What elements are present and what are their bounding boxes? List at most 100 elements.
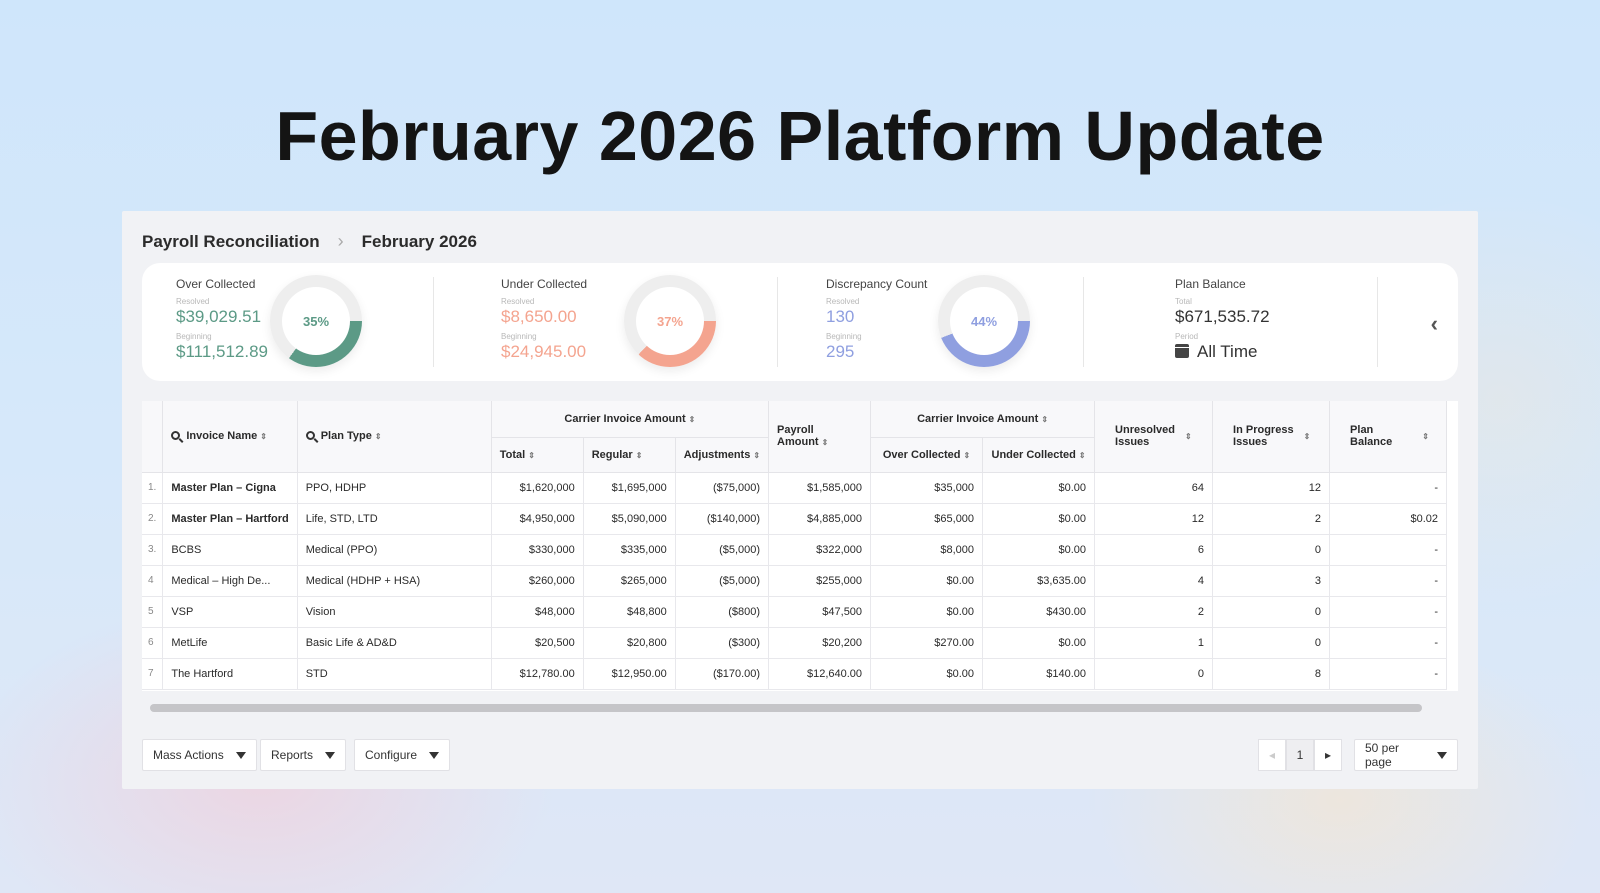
table-row[interactable]: 6 MetLife Basic Life & AD&D $20,500 $20,800(…: [142, 627, 1448, 659]
table-row[interactable]: 5 VSP Vision $48,000 $48,800 ($800) $47,500 $0.…: [142, 596, 1448, 628]
cell-idx: 3.: [142, 534, 164, 566]
cell-payroll: $4,885,000: [768, 503, 872, 535]
header-label: Adjustments: [683, 448, 751, 461]
calendar-icon: [1175, 344, 1189, 358]
header-label: Issues: [1115, 436, 1150, 449]
chevron-right-icon: ›: [337, 231, 344, 251]
stat-value: $671,535.72: [1175, 307, 1270, 326]
table-row[interactable]: 2. Master Plan – Hartford Life, STD, LTD $4…: [142, 503, 1448, 535]
cell-balance: -: [1329, 472, 1448, 504]
sort-icon[interactable]: ⇕: [753, 451, 760, 460]
progress-donut: 44%: [938, 275, 1030, 367]
table-row[interactable]: 3. BCBS Medical (PPO) $330,000 $335,000 ($5,0…: [142, 534, 1448, 566]
search-icon[interactable]: [171, 431, 181, 441]
table-row[interactable]: 4 Medical – High De... Medical (HDHP + HSA…: [142, 565, 1448, 597]
in-progress-issues-header[interactable]: In Progress Issues ⇕: [1212, 401, 1331, 473]
payroll-amount-header[interactable]: Payroll Amount ⇕: [768, 401, 872, 473]
cell-name[interactable]: Medical – High De...: [162, 565, 298, 597]
sort-icon[interactable]: ⇕: [260, 432, 267, 441]
cell-name[interactable]: VSP: [162, 596, 298, 628]
cell-payroll: $47,500: [768, 596, 872, 628]
sort-icon[interactable]: ⇕: [964, 451, 971, 460]
horizontal-scrollbar[interactable]: [150, 704, 1422, 712]
regular-header[interactable]: Regular ⇕: [583, 437, 676, 473]
prev-page-button[interactable]: ◂: [1258, 739, 1286, 771]
plan-balance-header[interactable]: Plan Balance ⇕: [1329, 401, 1448, 473]
cell-total: $1,620,000: [491, 472, 584, 504]
cell-adj: ($140,000): [675, 503, 770, 535]
under-collected-header[interactable]: Under Collected ⇕: [982, 437, 1096, 473]
cell-regular: $1,695,000: [583, 472, 676, 504]
adjustments-header[interactable]: Adjustments ⇕: [675, 437, 770, 473]
cell-name[interactable]: BCBS: [162, 534, 298, 566]
header-label: Plan Type: [320, 430, 372, 443]
header-label: Total: [499, 448, 526, 461]
cell-under: $3,635.00: [982, 565, 1096, 597]
chevron-left-icon[interactable]: ‹: [1431, 311, 1438, 337]
carrier-invoice-group-header[interactable]: Carrier Invoice Amount ⇕: [491, 401, 770, 438]
cell-name[interactable]: The Hartford: [162, 658, 298, 690]
cell-inprogress: 8: [1212, 658, 1331, 690]
donut-percent: 44%: [950, 287, 1018, 355]
dropdown-label: Mass Actions: [153, 748, 224, 762]
stat-value: $8,650.00: [501, 307, 577, 326]
stat-sub-label: Beginning: [176, 332, 212, 341]
mass-actions-dropdown[interactable]: Mass Actions: [142, 739, 257, 771]
cell-total: $48,000: [491, 596, 584, 628]
cell-regular: $335,000: [583, 534, 676, 566]
header-label: In Progress: [1233, 424, 1294, 437]
cell-under: $140.00: [982, 658, 1096, 690]
cell-unresolved: 64: [1094, 472, 1214, 504]
breadcrumb: Payroll Reconciliation › February 2026: [142, 231, 477, 252]
per-page-select[interactable]: 50 per page: [1354, 739, 1458, 771]
page-number[interactable]: 1: [1286, 739, 1314, 771]
table-row[interactable]: 1. Master Plan – Cigna PPO, HDHP $1,620,000…: [142, 472, 1448, 504]
cell-balance: -: [1329, 627, 1448, 659]
carrier-invoice-group2-header[interactable]: Carrier Invoice Amount ⇕: [870, 401, 1096, 438]
sort-icon[interactable]: ⇕: [636, 451, 643, 460]
search-icon[interactable]: [305, 431, 315, 441]
cell-over: $0.00: [870, 596, 984, 628]
sort-icon[interactable]: ⇕: [375, 432, 382, 441]
sort-icon[interactable]: ⇕: [528, 451, 535, 460]
period-selector[interactable]: All Time: [1175, 342, 1257, 362]
stat-value: $39,029.51: [176, 307, 262, 326]
header-label: Balance: [1350, 436, 1393, 449]
sort-icon[interactable]: ⇕: [1185, 432, 1192, 441]
cell-plan: Medical (HDHP + HSA): [297, 565, 492, 597]
unresolved-issues-header[interactable]: Unresolved Issues ⇕: [1094, 401, 1214, 473]
sort-icon[interactable]: ⇕: [1041, 415, 1048, 424]
next-page-button[interactable]: ▸: [1314, 739, 1342, 771]
sort-icon[interactable]: ⇕: [689, 415, 696, 424]
cell-plan: Life, STD, LTD: [297, 503, 492, 535]
sort-icon[interactable]: ⇕: [1079, 451, 1086, 460]
progress-donut: 37%: [624, 275, 716, 367]
cell-name[interactable]: MetLife: [162, 627, 298, 659]
sort-icon[interactable]: ⇕: [822, 438, 829, 447]
sort-icon[interactable]: ⇕: [1304, 432, 1311, 441]
table-row[interactable]: 7 The Hartford STD $12,780.00 $12,950.00 ($17…: [142, 658, 1448, 690]
cell-payroll: $1,585,000: [768, 472, 872, 504]
cell-over: $35,000: [870, 472, 984, 504]
progress-donut: 35%: [270, 275, 362, 367]
over-collected-header[interactable]: Over Collected ⇕: [870, 437, 984, 473]
cell-name[interactable]: Master Plan – Cigna: [162, 472, 298, 504]
cell-plan: Medical (PPO): [297, 534, 492, 566]
cell-inprogress: 12: [1212, 472, 1331, 504]
configure-dropdown[interactable]: Configure: [354, 739, 451, 771]
stat-value: 130: [826, 307, 855, 326]
cell-name[interactable]: Master Plan – Hartford: [162, 503, 298, 535]
invoice-name-header[interactable]: Invoice Name ⇕: [162, 401, 298, 473]
header-label: Carrier Invoice Amount: [564, 412, 686, 425]
cell-regular: $20,800: [583, 627, 676, 659]
cell-total: $4,950,000: [491, 503, 584, 535]
cell-total: $330,000: [491, 534, 584, 566]
cell-over: $0.00: [870, 658, 984, 690]
header-label: Unresolved: [1115, 424, 1175, 437]
reports-dropdown[interactable]: Reports: [260, 739, 347, 771]
sort-icon[interactable]: ⇕: [1422, 432, 1429, 441]
breadcrumb-root[interactable]: Payroll Reconciliation: [142, 232, 320, 252]
stat-label: Plan Balance: [1175, 277, 1246, 291]
total-header[interactable]: Total ⇕: [491, 437, 584, 473]
plan-type-header[interactable]: Plan Type ⇕: [297, 401, 492, 473]
